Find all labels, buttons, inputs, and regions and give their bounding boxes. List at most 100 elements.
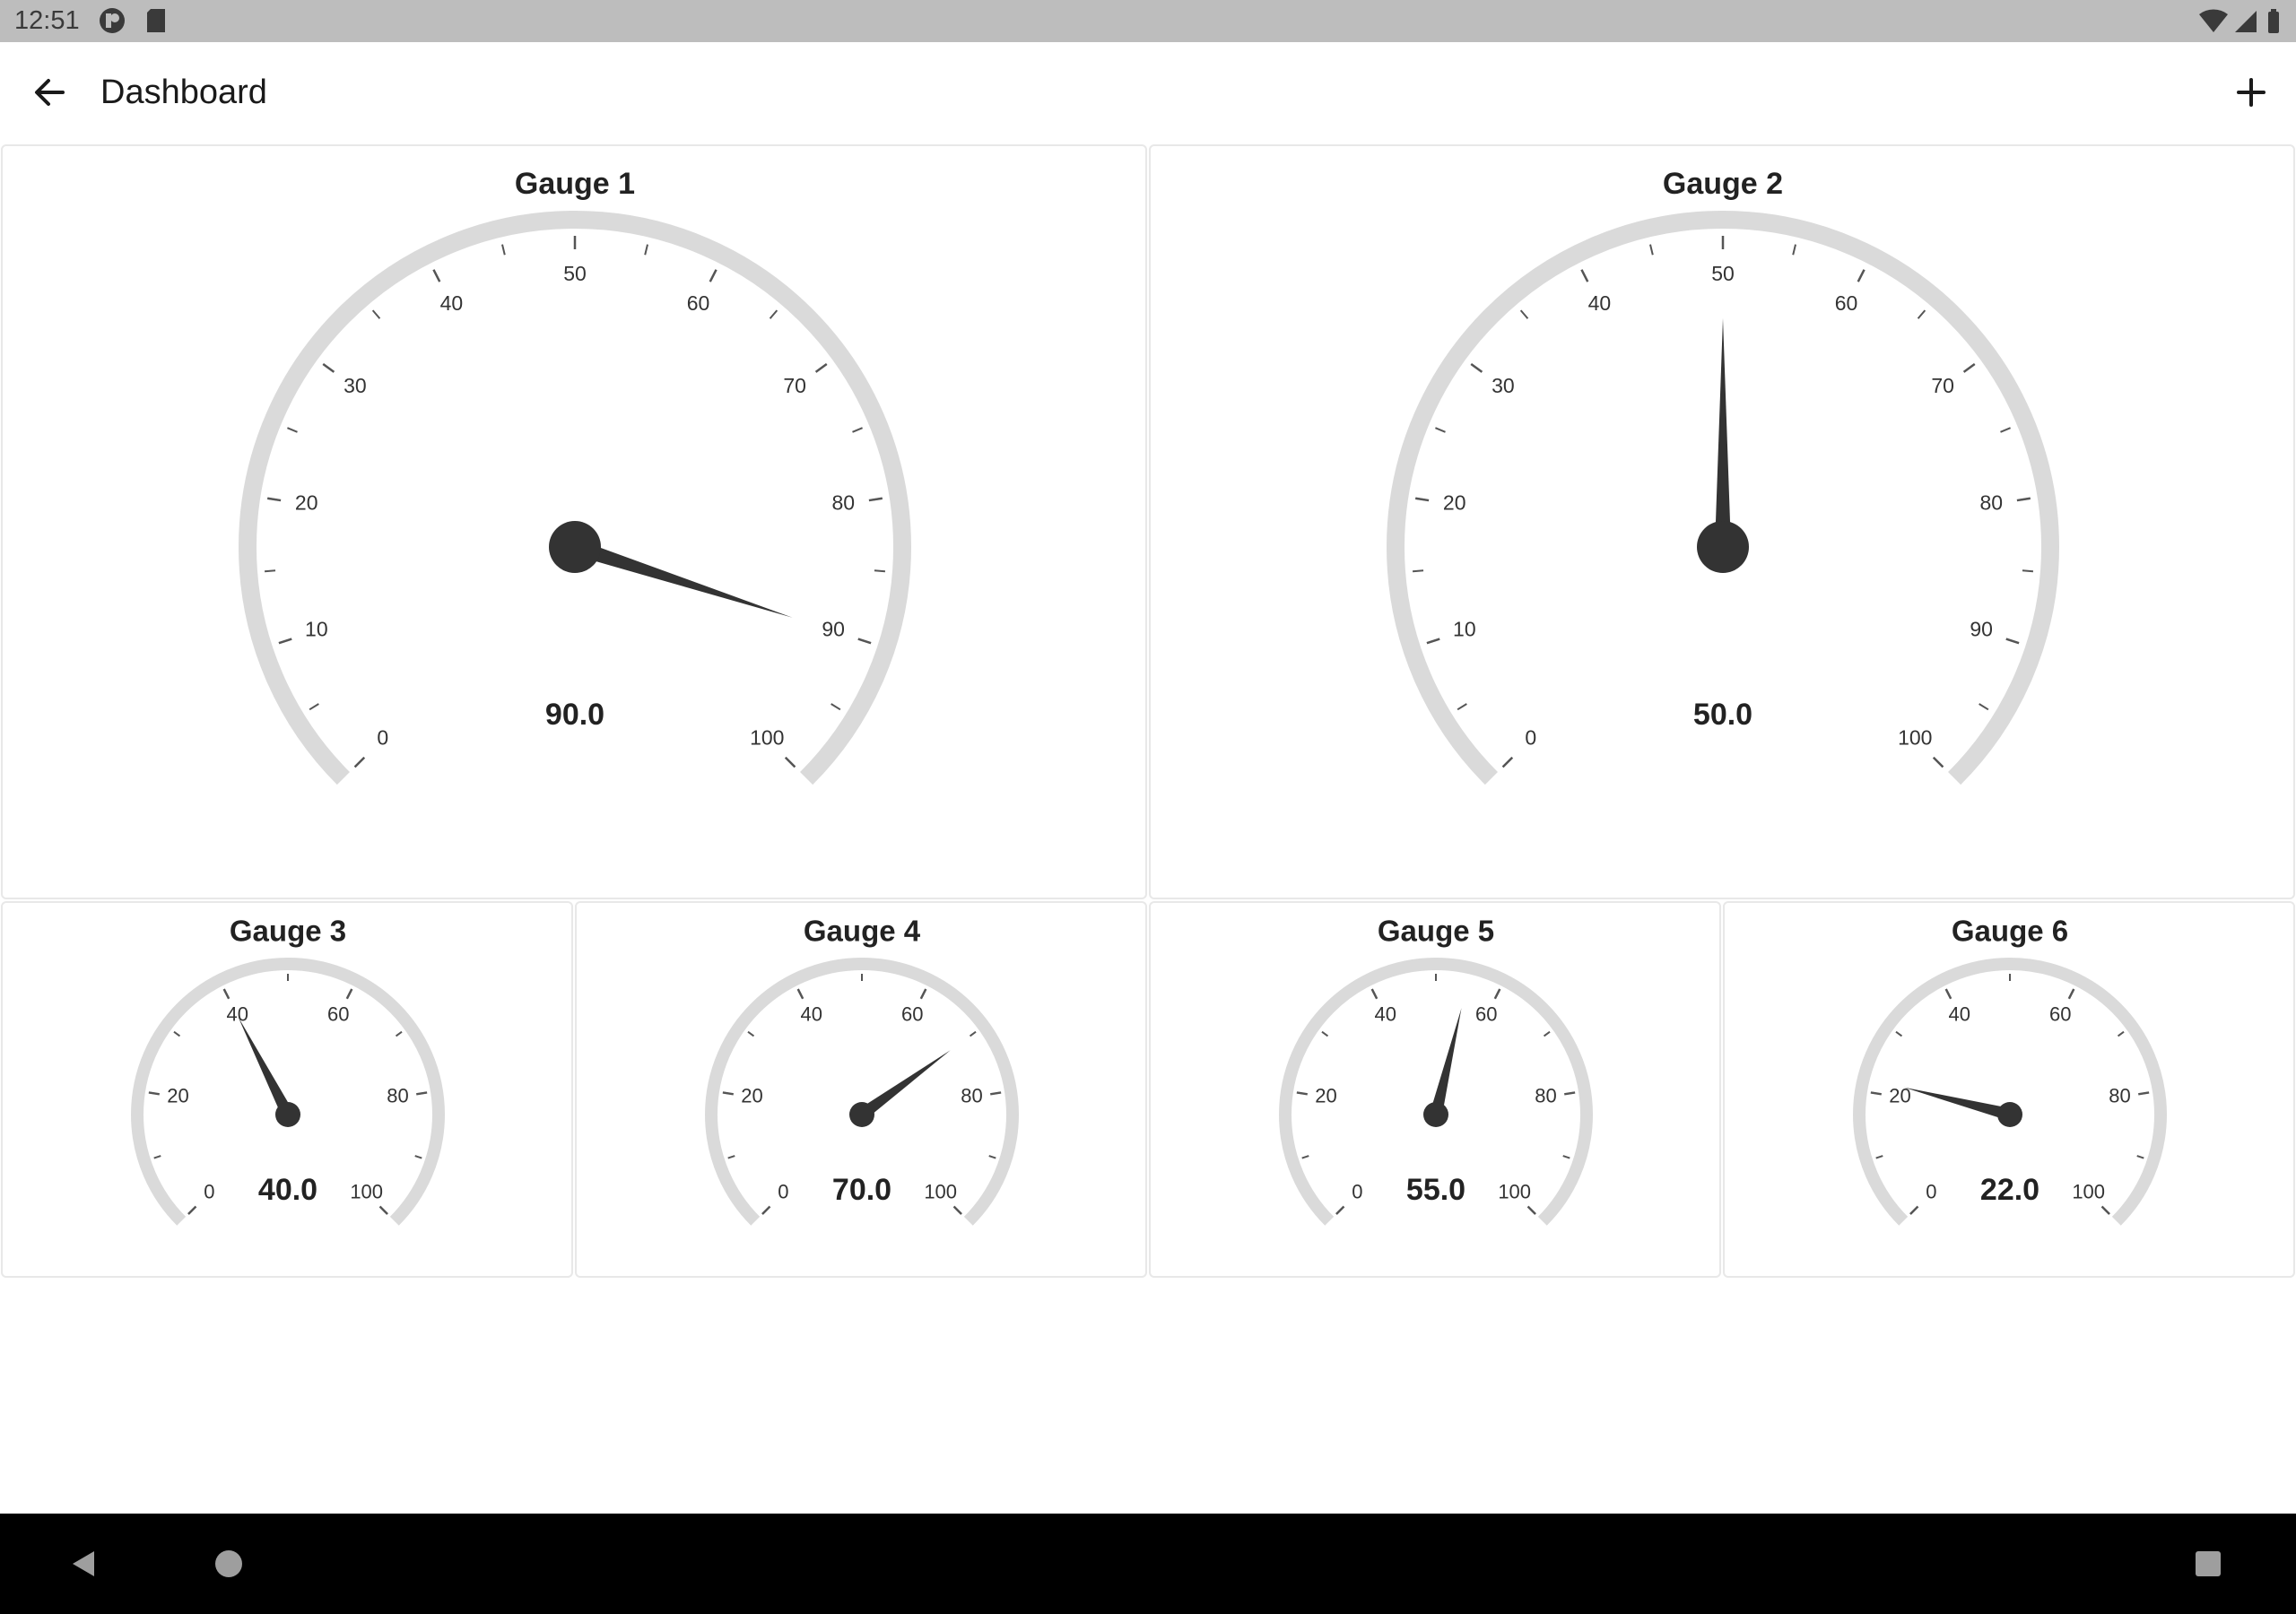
gauge-needle-hub: [849, 1102, 874, 1127]
gauge-panel-2[interactable]: Gauge 2 0 10 20 30 40 50 60 70 80 90 100 50.0: [1149, 144, 2295, 899]
status-bar: 12:51: [0, 0, 2296, 42]
app-notification-icon: [97, 0, 127, 47]
gauge-minor-tick: [287, 427, 298, 433]
gauge-tick-label: 80: [1535, 1084, 1556, 1106]
gauge-major-tick: [1493, 988, 1501, 1000]
gauge-major-tick: [1962, 363, 1976, 373]
gauge-needle-hub: [275, 1102, 300, 1127]
gauge-minor-tick: [1917, 309, 1926, 319]
gauge-major-tick: [416, 1091, 428, 1096]
gauge-svg: Gauge 3 0 20 40 60 80 100 40.0: [131, 915, 445, 1226]
gauge-tick-label: 20: [167, 1084, 188, 1106]
gauge-tick-label: 100: [750, 725, 784, 749]
gauge-major-tick: [919, 988, 927, 1000]
gauge-major-tick: [345, 988, 353, 1000]
gauge-minor-tick: [371, 309, 381, 319]
gauge-major-tick: [322, 363, 335, 373]
gauge-major-tick: [1564, 1091, 1576, 1096]
gauge-value: 40.0: [258, 1173, 317, 1207]
gauge-major-tick: [761, 1205, 771, 1215]
gauge-tick-label: 80: [961, 1084, 982, 1106]
gauge-tick-label: 40: [440, 291, 464, 315]
gauge-major-tick: [2138, 1091, 2150, 1096]
gauge-tick-label: 0: [377, 725, 388, 749]
gauge-panel-5[interactable]: Gauge 5 0 20 40 60 80 100 55.0: [1149, 901, 1721, 1278]
gauge-major-tick: [1470, 363, 1483, 373]
gauge-tick-label: 60: [327, 1002, 349, 1025]
gauge-major-tick: [378, 1205, 388, 1215]
gauge-minor-tick: [727, 1155, 735, 1159]
gauge-minor-tick: [153, 1155, 161, 1159]
gauge-tick-label: 30: [1492, 374, 1515, 397]
gauge-minor-tick: [1792, 244, 1796, 256]
gauge-title: Gauge 2: [1663, 167, 1783, 201]
gauge-major-tick: [2016, 497, 2031, 502]
gauge-svg: Gauge 6 0 20 40 60 80 100 22.0: [1853, 915, 2167, 1226]
gauge-value: 55.0: [1406, 1173, 1465, 1207]
gauge-tick-label: 60: [901, 1002, 923, 1025]
gauge-tick-label: 0: [204, 1180, 214, 1202]
gauge-tick-label: 50: [1711, 262, 1735, 285]
gauge-needle: [1430, 1008, 1462, 1116]
gauge-title: Gauge 6: [1952, 915, 2068, 948]
gauge-major-tick: [709, 269, 718, 282]
gauge-tick-label: 30: [344, 374, 367, 397]
gauge-minor-tick: [2136, 1155, 2144, 1159]
gauge-title: Gauge 3: [230, 915, 346, 948]
gauge-major-tick: [1296, 1091, 1308, 1096]
gauge-minor-tick: [1562, 1155, 1570, 1159]
gauge-minor-tick: [264, 569, 276, 573]
gauge-major-tick: [1415, 497, 1430, 502]
gauge-tick-label: 90: [822, 618, 845, 641]
gauge-tick-label: 80: [831, 491, 855, 515]
gauge-tick-label: 100: [1498, 1180, 1531, 1202]
gauge-major-tick: [1426, 638, 1440, 645]
gauge-panel-3[interactable]: Gauge 3 0 20 40 60 80 100 40.0: [1, 901, 573, 1278]
gauge-major-tick: [784, 756, 796, 768]
gauge-minor-tick: [309, 703, 319, 711]
gauge-value: 22.0: [1980, 1173, 2039, 1207]
plus-icon: [2237, 78, 2266, 107]
nav-back-button[interactable]: [31, 1514, 139, 1614]
gauge-major-tick: [796, 988, 804, 1000]
nav-recents-button[interactable]: [2154, 1514, 2262, 1614]
gauge-needle: [1903, 1087, 2012, 1121]
app-bar: Dashboard: [0, 42, 2296, 143]
gauge-minor-tick: [1321, 1030, 1329, 1037]
gauge-tick-label: 60: [1835, 291, 1858, 315]
gauge-major-tick: [267, 497, 282, 502]
gauge-minor-tick: [1895, 1030, 1903, 1037]
gauge-tick-label: 100: [924, 1180, 957, 1202]
gauge-major-tick: [278, 638, 292, 645]
add-gauge-button[interactable]: [2224, 67, 2278, 117]
gauge-tick-label: 90: [1970, 618, 1993, 641]
gauge-major-tick: [1526, 1205, 1536, 1215]
gauge-minor-tick: [852, 427, 863, 433]
gauge-panel-4[interactable]: Gauge 4 0 20 40 60 80 100 70.0: [575, 901, 1147, 1278]
gauge-major-tick: [722, 1091, 734, 1096]
gauge-needle-hub: [1997, 1102, 2022, 1127]
gauge-tick-label: 50: [563, 262, 587, 285]
gauge-minor-tick: [2000, 427, 2011, 433]
gauge-needle: [1715, 318, 1731, 547]
gauge-tick-label: 80: [2109, 1084, 2130, 1106]
gauge-panel-1[interactable]: Gauge 1 0 10 20 30 40 50 60 70 80 90 100 90.0: [1, 144, 1147, 899]
gauge-panel-6[interactable]: Gauge 6 0 20 40 60 80 100 22.0: [1723, 901, 2295, 1278]
gauge-tick-label: 60: [2049, 1002, 2071, 1025]
gauge-minor-tick: [969, 1030, 977, 1037]
gauge-minor-tick: [1875, 1155, 1883, 1159]
gauge-major-tick: [857, 638, 872, 645]
gauge-needle-hub: [1697, 521, 1749, 573]
gauge-minor-tick: [395, 1030, 403, 1037]
gauge-major-tick: [1944, 988, 1952, 1000]
nav-home-button[interactable]: [175, 1514, 283, 1614]
gauge-svg: Gauge 1 0 10 20 30 40 50 60 70 80 90 100 90.0: [239, 167, 911, 785]
back-button[interactable]: [23, 67, 77, 117]
gauge-minor-tick: [2022, 569, 2034, 573]
gauge-major-tick: [814, 363, 828, 373]
gauge-tick-label: 80: [387, 1084, 408, 1106]
gauge-tick-label: 40: [1588, 291, 1612, 315]
gauge-tick-label: 40: [1948, 1002, 1970, 1025]
gauge-tick-label: 80: [1979, 491, 2003, 515]
gauge-minor-tick: [644, 244, 648, 256]
